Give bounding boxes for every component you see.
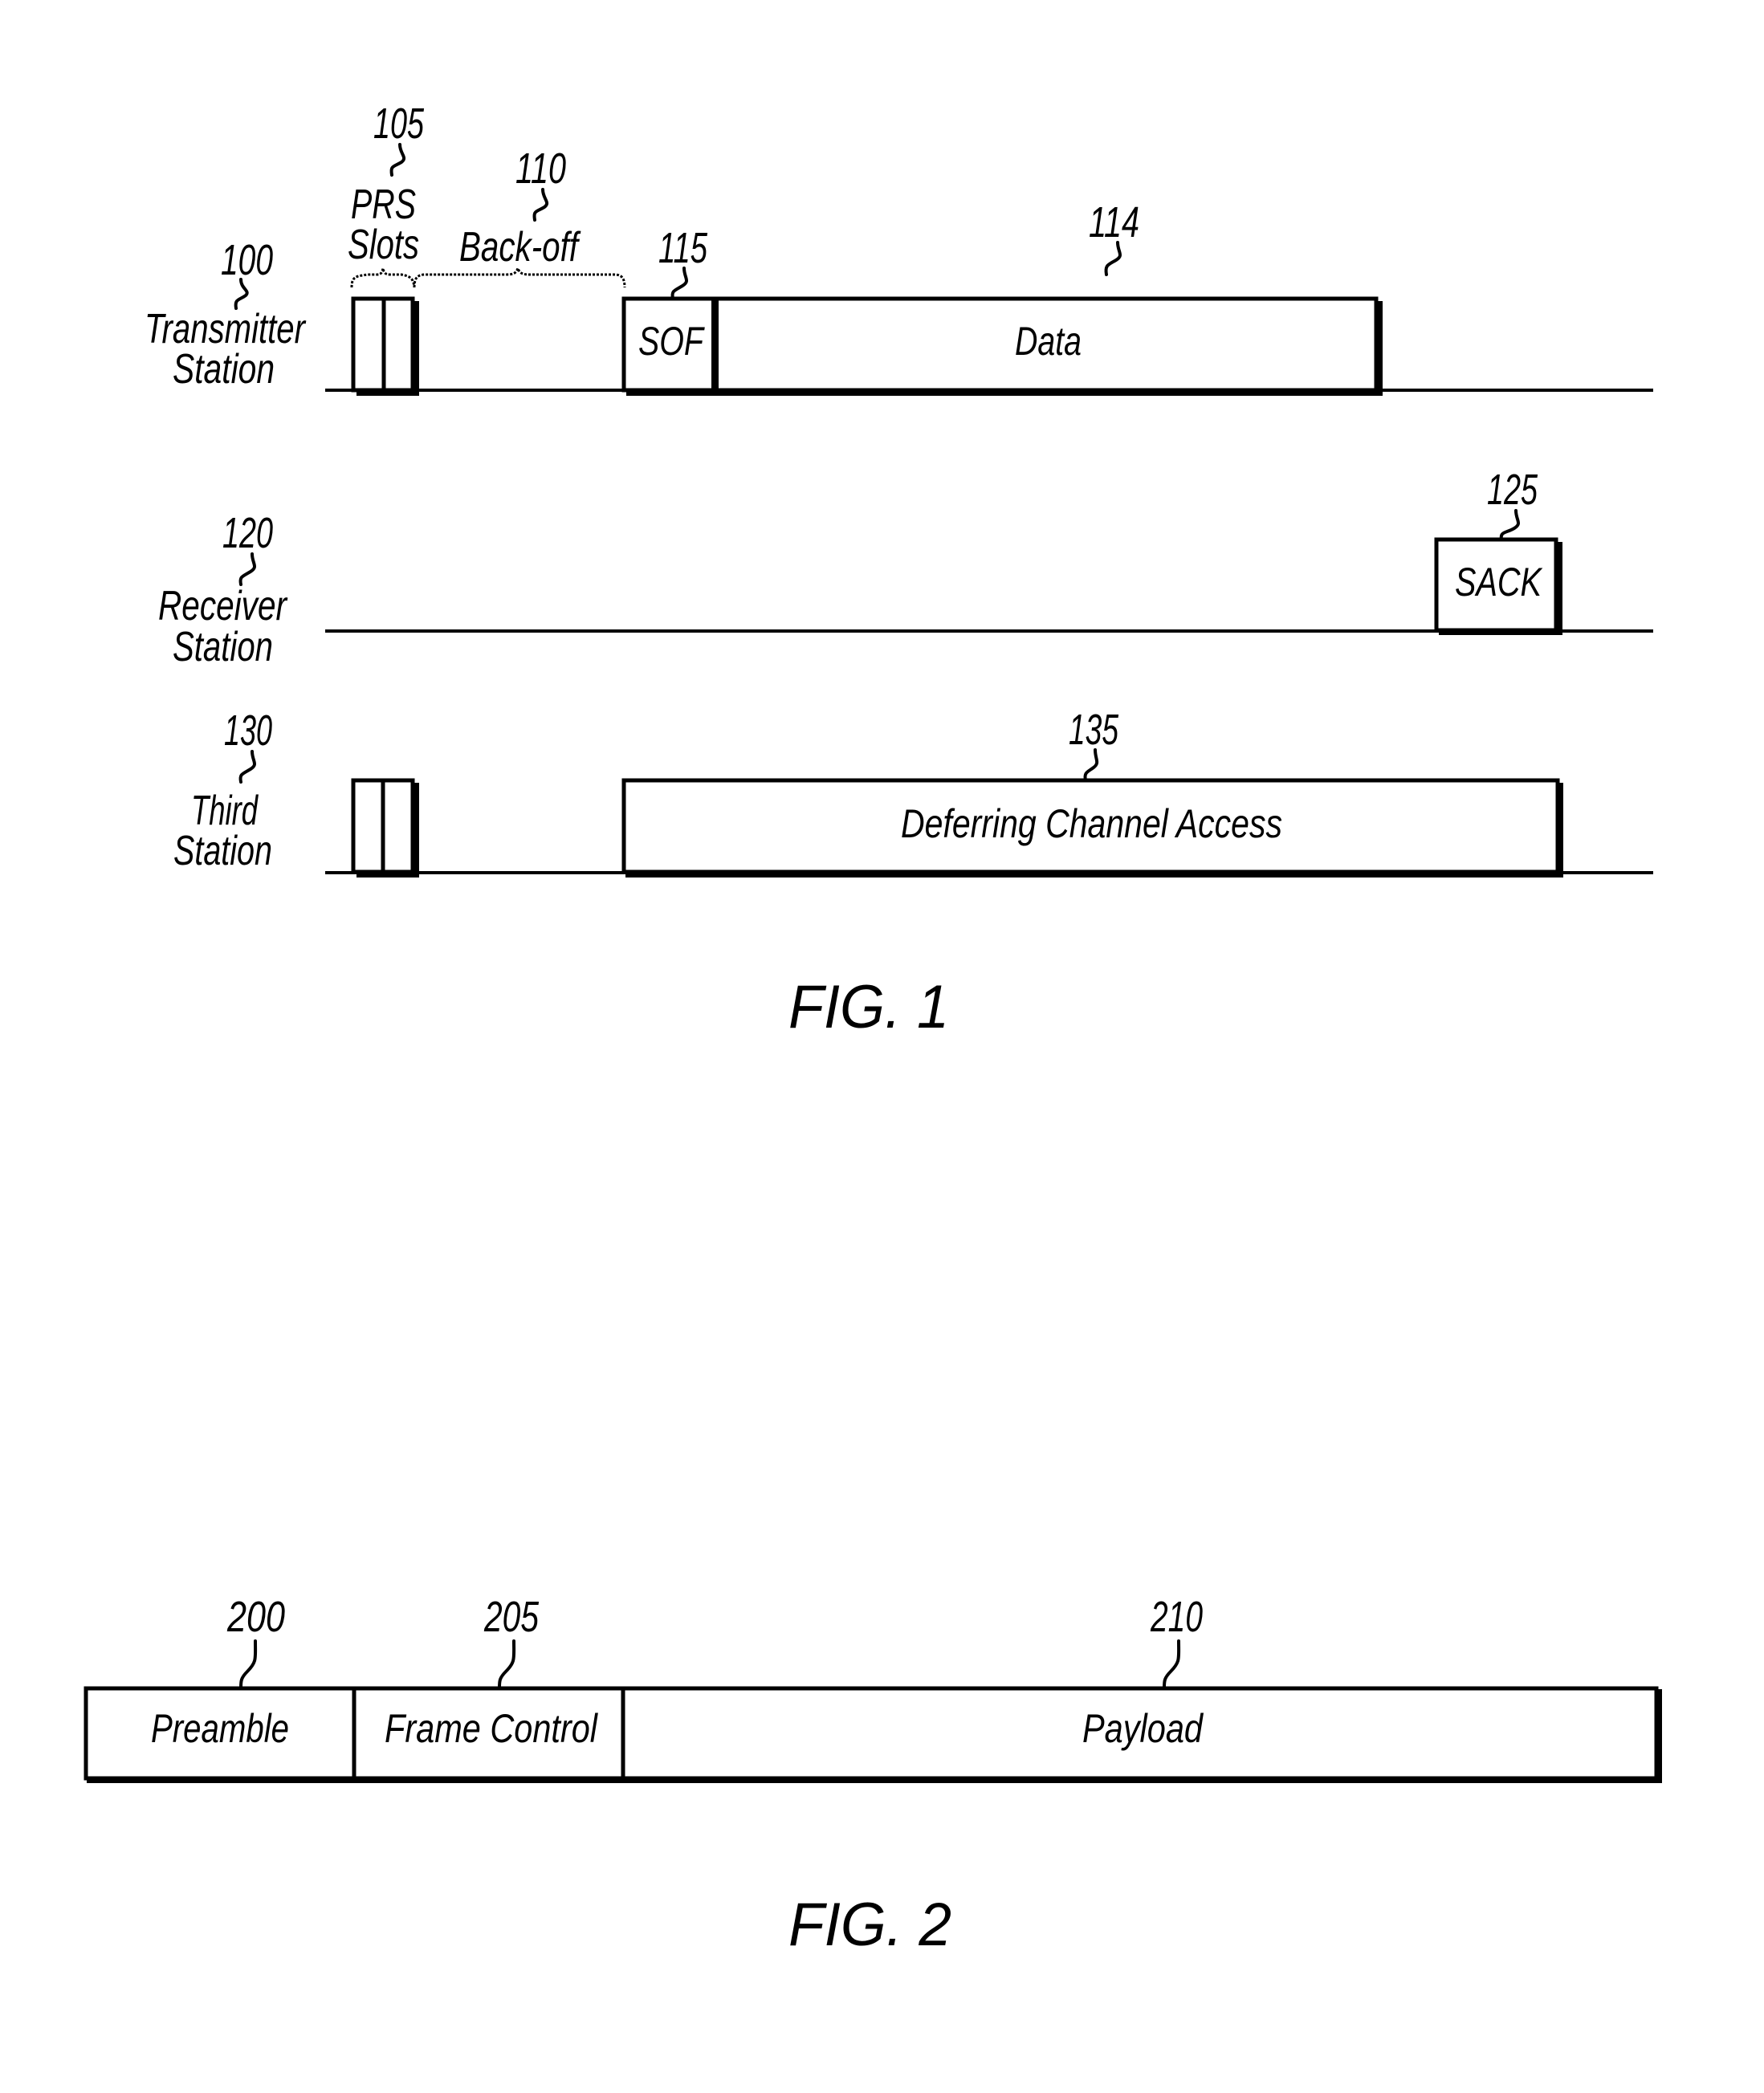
preamble-label: Preamble <box>151 1706 289 1751</box>
ref-third: 130 <box>224 706 272 755</box>
ref-backoff: 110 <box>515 145 566 193</box>
patent-drawing: 100 Transmitter Station 105 PRS Slots 11… <box>84 100 1662 1959</box>
prs-slots-block <box>351 296 419 396</box>
ref-sack: 125 <box>1487 466 1538 514</box>
field-frame-control: 205 Frame Control <box>385 1593 599 1751</box>
receiver-station-row: 120 Receiver Station 125 SACK <box>158 466 1653 670</box>
third-label-line2: Station <box>173 828 272 874</box>
data-label: Data <box>1015 319 1082 364</box>
leader-receiver <box>238 552 257 586</box>
leader-payload <box>1163 1639 1181 1689</box>
field-payload: 210 Payload <box>1082 1593 1204 1751</box>
ref-transmitter: 100 <box>221 236 273 284</box>
ref-receiver: 120 <box>222 509 273 557</box>
figure-1: 100 Transmitter Station 105 PRS Slots 11… <box>145 100 1653 1041</box>
sof-data-frame <box>621 296 1383 396</box>
leader-preamble <box>239 1639 258 1689</box>
transmitter-label-line2: Station <box>173 346 275 393</box>
prs-slots-brace <box>350 267 416 288</box>
leader-data <box>1104 241 1122 276</box>
leader-deferring <box>1083 748 1099 782</box>
ref-sof: 115 <box>658 224 708 272</box>
sof-label: SOF <box>638 319 705 364</box>
payload-label: Payload <box>1082 1706 1204 1751</box>
figure-1-caption: FIG. 1 <box>788 973 949 1041</box>
leader-sof <box>670 267 689 300</box>
deferring-label: Deferring Channel Access <box>901 801 1282 846</box>
leader-prs-slots <box>389 143 406 177</box>
ref-data: 114 <box>1089 198 1139 246</box>
sack-label: SACK <box>1455 560 1543 605</box>
field-preamble: 200 Preamble <box>151 1593 289 1751</box>
third-station-row: 130 Third Station 135 Deferring Channel … <box>173 706 1653 878</box>
ref-frame-control: 205 <box>483 1593 539 1641</box>
receiver-label-line2: Station <box>173 624 273 670</box>
frame-control-label: Frame Control <box>385 1706 599 1751</box>
backoff-brace <box>413 264 626 288</box>
third-prs-slots-block <box>351 778 419 878</box>
ref-payload: 210 <box>1150 1593 1203 1641</box>
leader-frame-control <box>498 1639 516 1689</box>
backoff-label: Back-off <box>459 224 581 271</box>
ref-preamble: 200 <box>226 1593 285 1641</box>
figure-2: 200 Preamble 205 Frame Control 210 Paylo… <box>84 1593 1662 1959</box>
figure-2-caption: FIG. 2 <box>788 1891 951 1959</box>
frame-structure <box>84 1686 1662 1783</box>
ref-prs-slots: 105 <box>373 100 425 148</box>
transmitter-station-row: 100 Transmitter Station 105 PRS Slots 11… <box>145 100 1653 396</box>
prs-label-line2: Slots <box>348 222 419 268</box>
leader-third <box>238 750 257 784</box>
ref-deferring: 135 <box>1069 706 1119 754</box>
leader-backoff <box>532 188 549 222</box>
leader-sack <box>1499 509 1521 541</box>
receiver-label-line1: Receiver <box>158 583 288 629</box>
